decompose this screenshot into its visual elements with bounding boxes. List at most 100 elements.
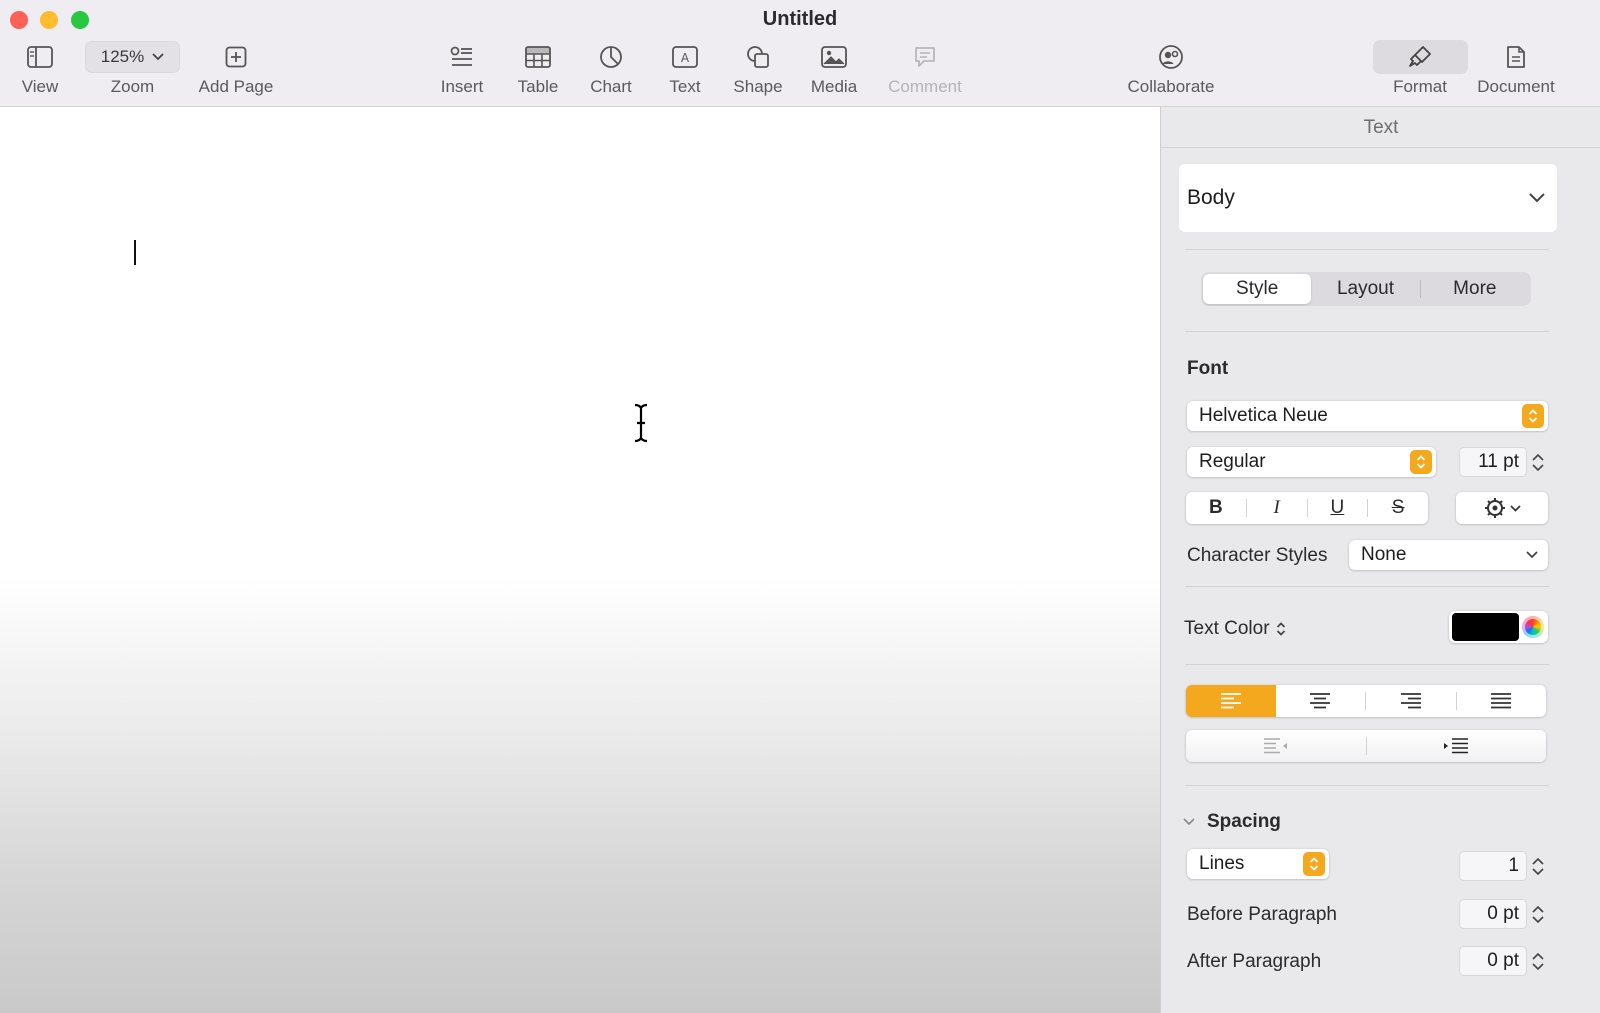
format-label: Format: [1393, 77, 1447, 96]
indent-buttons: [1186, 730, 1546, 762]
chevron-down-icon: [1183, 818, 1195, 826]
align-center-button[interactable]: [1276, 685, 1366, 717]
line-spacing-field[interactable]: 1: [1459, 851, 1527, 881]
bold-button[interactable]: B: [1186, 492, 1246, 524]
tab-style[interactable]: Style: [1203, 274, 1312, 304]
underline-button[interactable]: U: [1308, 492, 1368, 524]
line-spacing-mode: Lines: [1199, 853, 1245, 874]
text-color-label: Text Color: [1184, 618, 1270, 639]
zoom-popup[interactable]: 125%: [85, 41, 180, 73]
paragraph-style-value: Body: [1187, 186, 1235, 209]
font-size-stepper[interactable]: [1531, 445, 1545, 479]
add-page-icon: [225, 40, 247, 74]
format-inspector: Text Body Style Layout More Font Helveti…: [1160, 107, 1600, 1013]
chevron-down-icon[interactable]: [1532, 867, 1544, 876]
comment-button[interactable]: Comment: [884, 40, 966, 97]
chevron-down-icon[interactable]: [1532, 962, 1544, 971]
align-right-button[interactable]: [1366, 685, 1456, 717]
spacing-disclosure[interactable]: Spacing: [1183, 811, 1281, 833]
justify-button[interactable]: [1457, 685, 1547, 717]
color-wheel-icon[interactable]: [1522, 616, 1544, 638]
add-page-label: Add Page: [198, 77, 274, 96]
before-paragraph-stepper[interactable]: [1531, 897, 1545, 931]
table-icon: [525, 40, 551, 74]
character-styles-value: None: [1361, 544, 1407, 565]
line-spacing-popup[interactable]: Lines: [1187, 849, 1329, 879]
table-button[interactable]: Table: [513, 40, 563, 97]
zoom-value: 125%: [100, 47, 145, 66]
italic-button[interactable]: I: [1247, 492, 1307, 524]
document-label: Document: [1477, 77, 1555, 96]
text-box-button[interactable]: A Text: [662, 40, 708, 97]
font-family-value: Helvetica Neue: [1199, 405, 1328, 426]
text-style-buttons: B I U S: [1186, 492, 1428, 524]
paintbrush-icon: [1408, 40, 1432, 74]
typeface-popup[interactable]: Regular: [1187, 447, 1436, 477]
chevron-down-icon[interactable]: [1532, 463, 1544, 472]
text-color-well[interactable]: [1449, 611, 1548, 643]
divider: [1161, 147, 1600, 148]
chevron-down-icon: [1509, 504, 1521, 512]
character-styles-popup[interactable]: None: [1349, 540, 1548, 570]
text-box-icon: A: [672, 40, 698, 74]
strikethrough-button[interactable]: S: [1368, 492, 1428, 524]
shape-button[interactable]: Shape: [731, 40, 785, 97]
after-paragraph-label: After Paragraph: [1187, 951, 1322, 972]
chevron-up-icon[interactable]: [1532, 857, 1544, 865]
line-spacing-stepper[interactable]: [1531, 849, 1545, 883]
font-family-popup[interactable]: Helvetica Neue: [1187, 401, 1548, 431]
toolbar: Untitled View 125% Zoom Add Page Insert: [0, 0, 1600, 107]
font-size-field[interactable]: 11 pt: [1459, 447, 1527, 477]
up-down-chevrons-icon: [1303, 852, 1325, 876]
text-color-swatch[interactable]: [1452, 613, 1519, 641]
after-paragraph-field[interactable]: 0 pt: [1459, 946, 1527, 976]
ibeam-cursor-icon: [634, 403, 648, 443]
shape-icon: [746, 40, 770, 74]
divider: [1185, 249, 1549, 250]
paragraph-style-popup[interactable]: Body: [1179, 164, 1557, 232]
zoom-control[interactable]: 125% Zoom: [85, 40, 180, 97]
chart-button[interactable]: Chart: [586, 40, 636, 97]
comment-icon: [913, 40, 937, 74]
up-down-chevrons-icon: [1276, 622, 1285, 636]
before-paragraph-field[interactable]: 0 pt: [1459, 899, 1527, 929]
tab-more[interactable]: More: [1421, 274, 1529, 304]
divider: [1185, 331, 1549, 332]
collaborate-button[interactable]: Collaborate: [1123, 40, 1219, 97]
media-button[interactable]: Media: [808, 40, 860, 97]
advanced-options-button[interactable]: [1456, 492, 1548, 524]
collaborate-label: Collaborate: [1127, 77, 1215, 96]
view-label: View: [21, 77, 59, 96]
chevron-up-icon[interactable]: [1532, 905, 1544, 913]
alignment-buttons: [1186, 685, 1546, 717]
table-label: Table: [517, 77, 559, 96]
insert-icon: [450, 40, 474, 74]
photo-icon: [821, 40, 847, 74]
chevron-down-icon[interactable]: [1532, 915, 1544, 924]
divider: [1185, 785, 1549, 786]
chevron-up-icon[interactable]: [1532, 453, 1544, 461]
increase-indent-button[interactable]: [1367, 730, 1547, 762]
view-button[interactable]: View: [14, 40, 66, 97]
align-left-button[interactable]: [1186, 685, 1276, 717]
tab-layout[interactable]: Layout: [1311, 274, 1419, 304]
shape-label: Shape: [733, 77, 783, 96]
gear-icon: [1484, 498, 1505, 518]
decrease-indent-button[interactable]: [1186, 730, 1366, 762]
after-paragraph-stepper[interactable]: [1531, 944, 1545, 978]
text-color-popup[interactable]: Text Color: [1184, 618, 1286, 640]
format-button[interactable]: Format: [1380, 40, 1460, 97]
font-section-title: Font: [1187, 358, 1229, 379]
document-canvas[interactable]: [0, 107, 1160, 1013]
document-button[interactable]: Document: [1474, 40, 1558, 97]
chevron-down-icon: [152, 53, 164, 61]
collaborate-icon: [1158, 40, 1184, 74]
text-caret: [134, 240, 136, 265]
add-page-button[interactable]: Add Page: [196, 40, 276, 97]
comment-label: Comment: [888, 77, 962, 96]
inspector-tabs: Style Layout More: [1201, 272, 1531, 306]
align-right-icon: [1400, 693, 1421, 709]
svg-text:A: A: [681, 51, 690, 65]
insert-button[interactable]: Insert: [436, 40, 488, 97]
chevron-up-icon[interactable]: [1532, 952, 1544, 960]
